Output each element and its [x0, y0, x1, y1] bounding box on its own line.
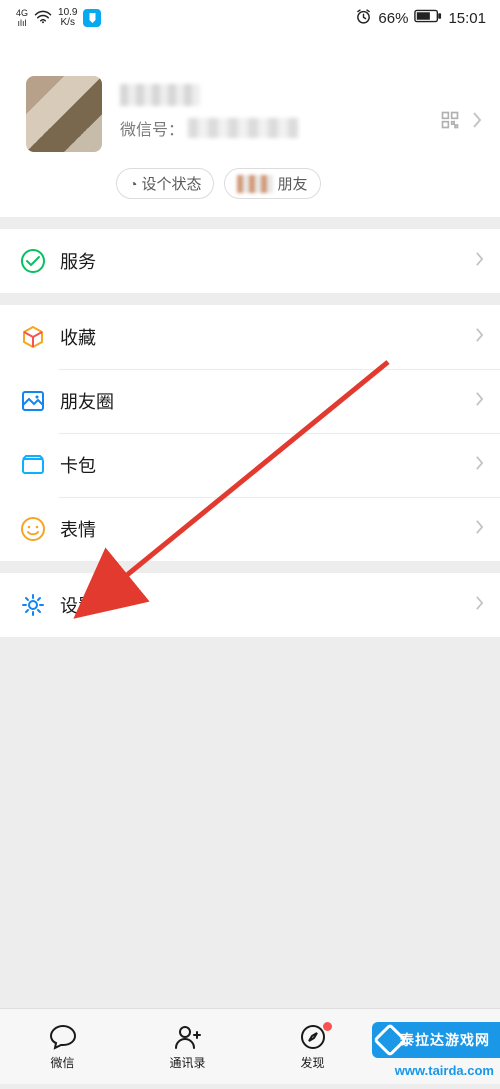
signal-bars-icon: ılıl: [18, 18, 27, 28]
chevron-right-icon: [475, 327, 484, 348]
network-gen: 4G: [16, 8, 28, 18]
services-icon: [20, 248, 46, 274]
network-indicator: 4G ılıl: [16, 8, 28, 28]
chevron-right-icon: [475, 391, 484, 412]
profile-row[interactable]: 微信号：: [0, 76, 500, 152]
row-moments[interactable]: 朋友圈: [0, 369, 500, 433]
profile-info: 微信号：: [120, 84, 440, 140]
moments-icon: [20, 388, 46, 414]
contacts-icon: [173, 1022, 203, 1052]
qr-code-icon[interactable]: [440, 110, 460, 135]
status-bar: 4G ılıl 10.9 K/s 66% 15:01: [0, 0, 500, 36]
alarm-icon: [355, 8, 372, 29]
battery-icon: [414, 9, 442, 27]
friends-status-pill[interactable]: 朋友: [224, 168, 320, 199]
profile-header: 微信号： ◔ 设个状态 朋友: [0, 36, 500, 217]
profile-actions: [440, 110, 482, 135]
chevron-right-icon: [475, 455, 484, 476]
chat-icon: [48, 1022, 78, 1052]
tab-discover[interactable]: 发现: [250, 1009, 375, 1084]
watermark-url: www.tairda.com: [395, 1063, 494, 1078]
tab-label: 发现: [300, 1054, 324, 1071]
row-settings[interactable]: 设置: [0, 573, 500, 637]
battery-percent: 66%: [378, 10, 408, 27]
row-favorites[interactable]: 收藏: [0, 305, 500, 369]
set-status-pill[interactable]: ◔ 设个状态: [116, 168, 214, 199]
status-pills: ◔ 设个状态 朋友: [0, 152, 500, 199]
watermark-brand: 泰拉达游戏网: [400, 1030, 490, 1050]
settings-icon: [20, 592, 46, 618]
discover-icon: [298, 1022, 328, 1052]
wechat-id-redacted: [188, 118, 298, 138]
row-label: 卡包: [60, 452, 475, 478]
chevron-right-icon: [475, 251, 484, 272]
group-features: 收藏 朋友圈 卡包 表情: [0, 305, 500, 561]
tab-label: 微信: [50, 1054, 74, 1071]
watermark-logo: 泰拉达游戏网: [372, 1022, 500, 1058]
status-right: 66% 15:01: [355, 8, 486, 29]
row-label: 服务: [60, 248, 475, 274]
stickers-icon: [20, 516, 46, 542]
profile-name-redacted: [120, 84, 200, 106]
status-left: 4G ılıl 10.9 K/s: [16, 8, 101, 28]
row-label: 设置: [60, 592, 475, 618]
friends-label: 朋友: [277, 173, 307, 194]
row-stickers[interactable]: 表情: [0, 497, 500, 561]
chevron-right-icon: [472, 111, 482, 134]
group-services: 服务: [0, 229, 500, 293]
row-services[interactable]: 服务: [0, 229, 500, 293]
row-cards[interactable]: 卡包: [0, 433, 500, 497]
set-status-label: 设个状态: [141, 173, 201, 194]
tab-chats[interactable]: 微信: [0, 1009, 125, 1084]
globe-icon: ◔: [129, 176, 137, 192]
row-label: 朋友圈: [60, 388, 475, 414]
group-settings: 设置: [0, 573, 500, 637]
avatar[interactable]: [26, 76, 102, 152]
favorites-icon: [20, 324, 46, 350]
row-label: 收藏: [60, 324, 475, 350]
cards-icon: [20, 452, 46, 478]
chevron-right-icon: [475, 595, 484, 616]
clock-time: 15:01: [448, 10, 486, 27]
wechat-id-row: 微信号：: [120, 116, 440, 140]
app-notification-icon: [83, 9, 101, 27]
net-speed: 10.9 K/s: [58, 8, 77, 28]
tab-contacts[interactable]: 通讯录: [125, 1009, 250, 1084]
row-label: 表情: [60, 516, 475, 542]
notification-dot-icon: [323, 1022, 332, 1031]
chevron-right-icon: [475, 519, 484, 540]
wechat-id-label: 微信号：: [120, 116, 184, 140]
wifi-icon: [34, 10, 52, 27]
tab-label: 通讯录: [169, 1054, 205, 1071]
friends-count-redacted: [237, 175, 273, 193]
